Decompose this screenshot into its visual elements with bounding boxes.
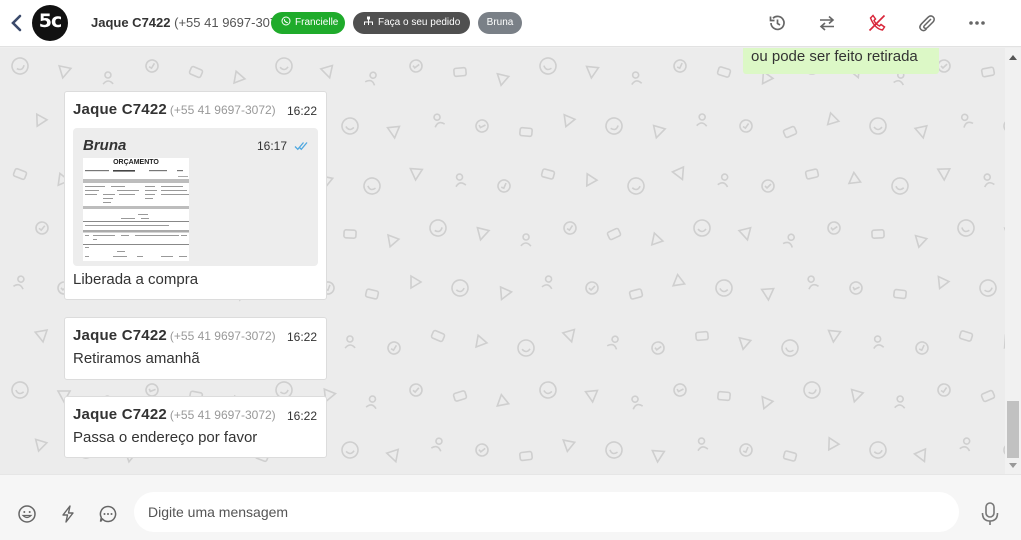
quoted-sender: Bruna [83,137,127,154]
contact-name: Jaque C7422 [91,15,171,30]
lightning-icon[interactable] [58,504,78,524]
whatsapp-icon [281,16,291,26]
quoted-message[interactable]: Bruna 16:17 ORÇAMENTO [73,128,318,266]
message-sender-phone: (+55 41 9697-3072) [169,329,276,343]
sitemap-icon [364,16,373,25]
message-header: Jaque C7422 (+55 41 9697-3072) 16:22 [73,101,317,121]
message-text: Liberada a compra [73,271,199,288]
message-input[interactable] [134,492,959,532]
message-bubble[interactable]: Jaque C7422 (+55 41 9697-3072) 16:22 Pass… [64,396,327,458]
transfer-icon[interactable] [817,13,837,33]
tag-assignee[interactable]: Bruna [478,12,522,34]
message-bubble[interactable]: Jaque C7422 (+55 41 9697-3072) 16:22 Reti… [64,317,327,380]
tag-agent-label: Francielle [295,17,339,28]
emoji-icon[interactable] [17,504,37,524]
message-sender: Jaque C7422 [73,327,167,344]
outgoing-message-text: ou pode ser feito retirada [751,48,918,65]
document-thumbnail[interactable]: ORÇAMENTO [83,158,189,261]
avatar[interactable]: 5c [32,5,68,41]
message-time: 16:22 [286,104,317,118]
message-sender-phone: (+55 41 9697-3072) [169,408,276,422]
history-icon[interactable] [767,13,787,33]
chevron-left-icon[interactable] [9,13,25,33]
message-header: Jaque C7422 (+55 41 9697-3072) 16:22 [73,327,317,347]
message-sender: Jaque C7422 [73,406,167,423]
composer [0,474,1021,540]
message-time: 16:22 [286,330,317,344]
chat-header: 5c Jaque C7422 (+55 41 9697-3072) Franci… [0,0,1021,47]
message-text: Passa o endereço por favor [73,429,258,446]
more-icon[interactable] [967,13,987,33]
contact-title[interactable]: Jaque C7422 (+55 41 9697-3072) [91,15,289,30]
avatar-text: 5c [38,10,62,32]
message-bubble[interactable]: Jaque C7422 (+55 41 9697-3072) 16:22 Brun… [64,91,327,300]
message-text: Retiramos amanhã [73,350,200,367]
paperclip-icon[interactable] [917,13,937,33]
microphone-icon[interactable] [979,501,1001,527]
scroll-up-arrow-icon[interactable] [1009,54,1017,62]
scroll-down-arrow-icon[interactable] [1009,461,1017,469]
tag-assignee-label: Bruna [486,17,514,28]
chat-scrollbar[interactable] [1005,48,1021,474]
outgoing-message[interactable]: ou pode ser feito retirada [743,48,939,74]
message-sender: Jaque C7422 [73,101,167,118]
message-time: 16:22 [286,409,317,423]
tag-flow[interactable]: Faça o seu pedido [353,12,470,34]
tag-agent[interactable]: Francielle [271,12,345,34]
quoted-time: 16:17 [257,139,288,153]
message-list[interactable]: ou pode ser feito retirada Jaque C7422 (+… [0,48,1005,474]
end-call-icon[interactable] [867,13,887,33]
tag-flow-label: Faça o seu pedido [378,17,461,28]
double-check-icon [294,142,308,151]
message-sender-phone: (+55 41 9697-3072) [169,103,276,117]
document-lines [83,170,189,257]
message-header: Jaque C7422 (+55 41 9697-3072) 16:22 [73,406,317,426]
scroll-thumb[interactable] [1007,401,1019,458]
quick-reply-icon[interactable] [98,504,118,524]
